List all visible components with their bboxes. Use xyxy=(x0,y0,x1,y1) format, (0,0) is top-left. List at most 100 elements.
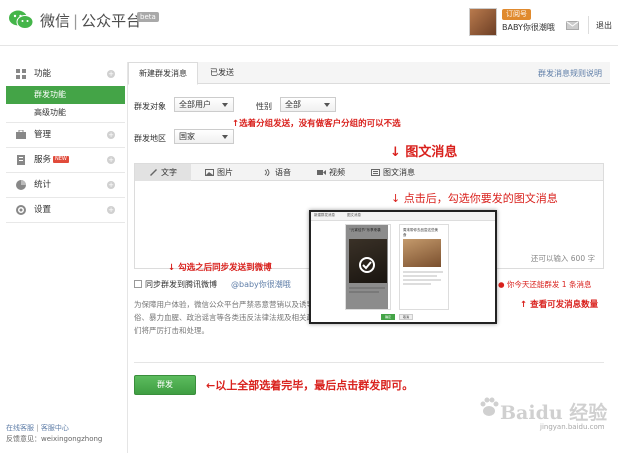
editor-tabs: 文字 图片 语音 视频 图文消息 xyxy=(135,164,603,181)
text-line xyxy=(403,275,437,277)
sidebar-item-mass-send[interactable]: 群发功能 xyxy=(6,86,125,104)
support-links: 在线客服 | 客服中心 xyxy=(6,423,126,434)
watermark-text: Baidu 经验 xyxy=(500,402,608,424)
target-label: 群发对象 xyxy=(134,102,166,111)
brand-wechat: 微信 xyxy=(40,12,71,30)
footer-separator: | xyxy=(36,424,39,432)
video-icon xyxy=(317,170,326,175)
stats-icon xyxy=(16,180,26,190)
check-icon xyxy=(359,257,375,273)
brand-separator: | xyxy=(73,12,79,30)
main-tabs: 新建群发消息 已发送 群发消息规则说明 xyxy=(128,62,610,85)
account-type-badge: 订阅号 xyxy=(502,9,531,20)
text-line xyxy=(403,283,431,285)
annotation-news-title: ↓ 图文消息 xyxy=(390,145,458,160)
nav-head-label: 服务 xyxy=(34,155,52,165)
text-line xyxy=(403,279,441,281)
send-button[interactable]: 群发 xyxy=(134,375,196,395)
editor-tab-label: 图文消息 xyxy=(383,168,415,177)
editor-tab-label: 图片 xyxy=(217,168,233,177)
nav-head-stats[interactable]: 统计 + xyxy=(6,173,125,197)
nav-head-label: 统计 xyxy=(34,180,52,190)
expand-icon[interactable]: + xyxy=(107,131,115,139)
annotation-count-hint: ↑ 查看可发消息数量 xyxy=(520,300,599,310)
news-card[interactable]: 周末带你去品尝这些美食 xyxy=(399,224,449,310)
weibo-sync-row: 同步群发到腾讯微博 @baby你很潮哦 xyxy=(134,279,291,290)
nav-group-settings: 设置 + xyxy=(6,198,125,223)
editor-tab-news[interactable]: 图文消息 xyxy=(369,164,415,181)
function-icon xyxy=(16,69,26,79)
gender-value: 全部 xyxy=(285,100,301,109)
selected-overlay xyxy=(346,225,388,309)
nav-head-manage[interactable]: 管理 + xyxy=(6,123,125,147)
beta-badge: beta xyxy=(137,12,159,22)
nav-head-label: 设置 xyxy=(34,205,52,215)
nav-group-service: 服务 NEW + xyxy=(6,148,125,173)
region-value: 国家 xyxy=(179,132,195,141)
brand-platform: 公众平台 xyxy=(81,12,142,30)
annotation-group-hint: ↑选着分组发送，没有做客户分组的可以不选 xyxy=(232,119,401,129)
sidebar: 功能 + 群发功能 高级功能 管理 + 服务 NEW + 统计 + 设置 + xyxy=(6,62,125,453)
chevron-down-icon xyxy=(324,103,330,107)
sidebar-item-advanced[interactable]: 高级功能 xyxy=(6,104,125,122)
voice-icon xyxy=(264,169,270,176)
new-badge: NEW xyxy=(53,156,69,163)
nav-head-settings[interactable]: 设置 + xyxy=(6,198,125,222)
char-counter: 还可以输入 600 字 xyxy=(530,254,595,263)
weibo-account-link[interactable]: @baby你很潮哦 xyxy=(231,280,291,289)
tab-new-message[interactable]: 新建群发消息 xyxy=(128,62,198,85)
brand-title[interactable]: 微信 | 公众平台 xyxy=(40,10,141,31)
weibo-sync-label[interactable]: 同步群发到腾讯微博 xyxy=(145,280,217,289)
tab-sent[interactable]: 已发送 xyxy=(200,62,244,84)
rules-link[interactable]: 群发消息规则说明 xyxy=(538,68,602,79)
manage-icon xyxy=(16,130,26,139)
top-header: 微信 | 公众平台 beta 订阅号 BABY你很潮哦 退出 xyxy=(0,0,618,46)
editor-tab-text[interactable]: 文字 xyxy=(135,164,191,181)
expand-icon[interactable]: + xyxy=(107,181,115,189)
weibo-sync-checkbox[interactable] xyxy=(134,280,142,288)
header-divider xyxy=(588,16,589,34)
nav-head-function[interactable]: 功能 + xyxy=(6,62,125,86)
support-center-link[interactable]: 客服中心 xyxy=(41,424,69,432)
remaining-sends: ● 你今天还能群发 1 条消息 xyxy=(498,280,592,289)
expand-icon[interactable]: + xyxy=(107,70,115,78)
nav-group-function: 功能 + 群发功能 高级功能 xyxy=(6,62,125,123)
nav-head-label: 管理 xyxy=(34,130,52,140)
expand-icon[interactable]: + xyxy=(107,206,115,214)
section-divider xyxy=(134,362,604,363)
target-select[interactable]: 全部用户 xyxy=(174,97,234,112)
online-support-link[interactable]: 在线客服 xyxy=(6,424,34,432)
account-avatar[interactable] xyxy=(469,8,497,36)
region-select[interactable]: 国家 xyxy=(174,129,234,144)
chevron-down-icon xyxy=(222,135,228,139)
popup-tabbar: 新建群发消息 图文消息 xyxy=(311,212,495,221)
expand-icon[interactable]: + xyxy=(107,156,115,164)
service-icon xyxy=(17,155,25,165)
popup-tab-new[interactable]: 新建群发消息 xyxy=(314,213,335,218)
account-name[interactable]: BABY你很潮哦 xyxy=(502,22,555,33)
popup-tab-news[interactable]: 图文消息 xyxy=(347,213,361,218)
wechat-logo-icon xyxy=(9,10,34,29)
text-icon xyxy=(150,169,157,176)
news-card-selected[interactable]: “元宵佳节”乐享来袭 xyxy=(345,224,391,310)
news-icon xyxy=(371,169,380,176)
nav-group-stats: 统计 + xyxy=(6,173,125,198)
text-line xyxy=(403,271,443,273)
popup-ok-button[interactable]: 确定 xyxy=(381,314,395,320)
popup-cancel-button[interactable]: 取消 xyxy=(399,314,413,320)
news-picker-popup: 新建群发消息 图文消息 “元宵佳节”乐享来袭 周末带你去品尝这些美食 确定 取消 xyxy=(309,210,497,324)
logout-link[interactable]: 退出 xyxy=(596,20,612,31)
sidebar-footer: 在线客服 | 客服中心 反馈意见：weixingongzhong xyxy=(6,423,126,445)
editor-tab-voice[interactable]: 语音 xyxy=(261,164,291,181)
watermark-url: jingyan.baidu.com xyxy=(540,423,605,431)
gender-select[interactable]: 全部 xyxy=(280,97,336,112)
editor-tab-video[interactable]: 视频 xyxy=(315,164,345,181)
editor-tab-label: 文字 xyxy=(161,168,177,177)
mail-icon[interactable] xyxy=(566,21,579,30)
editor-tab-image[interactable]: 图片 xyxy=(203,164,233,181)
nav-head-service[interactable]: 服务 NEW + xyxy=(6,148,125,172)
image-icon xyxy=(205,169,214,176)
editor-tab-label: 语音 xyxy=(275,168,291,177)
baidu-paw-icon xyxy=(480,397,499,416)
annotation-final-hint: ←以上全部选着完毕，最后点击群发即可。 xyxy=(206,379,414,392)
